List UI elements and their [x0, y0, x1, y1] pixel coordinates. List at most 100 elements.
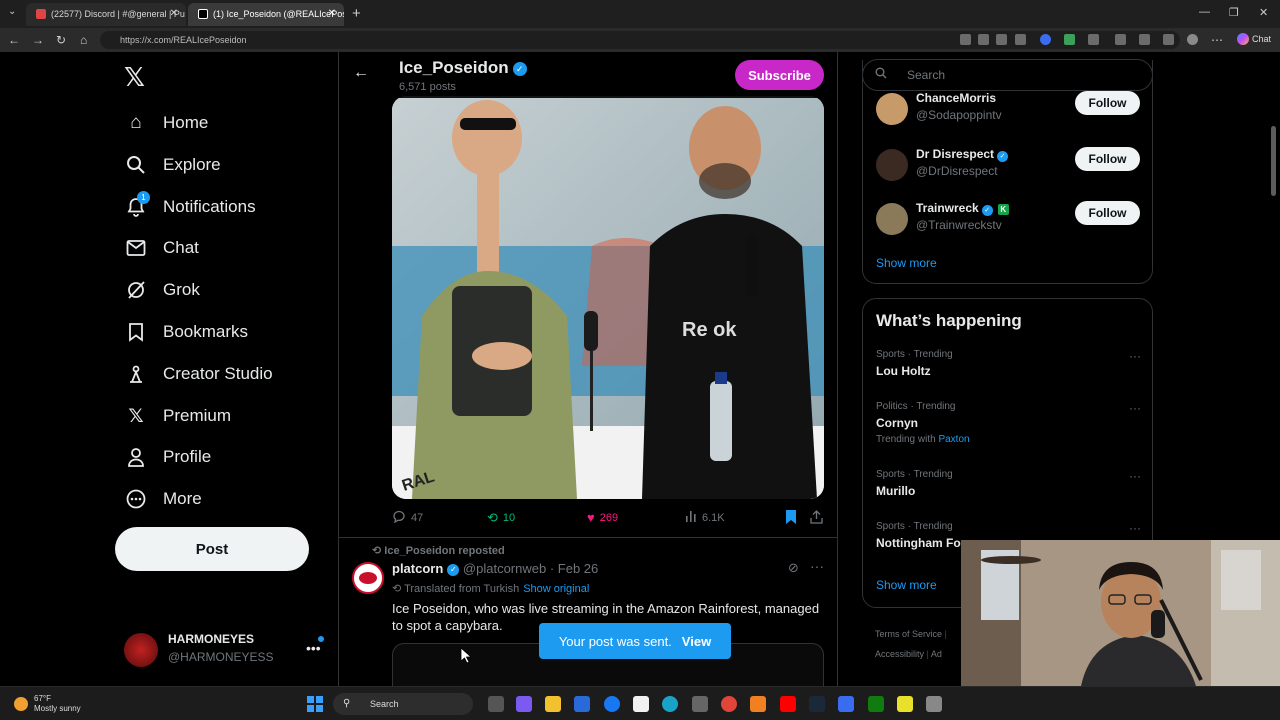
avatar[interactable]	[352, 562, 384, 594]
favorite-icon[interactable]	[1015, 34, 1026, 45]
amazon-icon[interactable]	[633, 696, 649, 712]
forward-icon[interactable]: →	[32, 33, 44, 47]
tweet-date[interactable]: · Feb 26	[550, 561, 598, 576]
sidebar-item-creator-studio[interactable]: Creator Studio	[124, 357, 273, 391]
author-handle[interactable]: @platcornweb	[463, 561, 546, 576]
steam-icon[interactable]	[809, 696, 825, 712]
shield-icon[interactable]	[1163, 34, 1174, 45]
trend-item[interactable]: Sports · Trending Lou Holtz ···	[876, 349, 1141, 378]
xbox-icon[interactable]	[868, 696, 884, 712]
post-count: 6,571 posts	[399, 81, 456, 93]
taskbar-search[interactable]: ⚲ Search	[333, 693, 473, 715]
ad-info-link[interactable]: Ad	[931, 649, 942, 659]
profile-avatar-icon[interactable]	[1187, 34, 1198, 45]
windows-start-icon[interactable]	[307, 696, 323, 712]
task-view-icon[interactable]	[488, 696, 504, 712]
close-tab-icon[interactable]: ✕	[328, 8, 336, 19]
sidebar-item-grok[interactable]: Grok	[124, 273, 200, 307]
follow-button[interactable]: Follow	[1075, 147, 1140, 171]
like-button[interactable]: ♥ 269	[587, 510, 618, 525]
trend-item[interactable]: Politics · Trending Cornyn Trending with…	[876, 401, 1141, 445]
split-screen-icon[interactable]	[1115, 34, 1126, 45]
terms-link[interactable]: Terms of Service	[875, 629, 942, 639]
sidebar-item-profile[interactable]: Profile	[124, 440, 211, 474]
bookmark-button[interactable]	[785, 510, 802, 527]
back-icon[interactable]: ←	[8, 33, 20, 47]
chrome-icon[interactable]	[721, 696, 737, 712]
sidebar-item-more[interactable]: More	[124, 482, 202, 516]
app-icon[interactable]	[838, 696, 854, 712]
tweet-image[interactable]: Re ok RAL	[392, 96, 824, 499]
copilot-chat-button[interactable]: Chat	[1237, 33, 1271, 45]
follow-suggestion[interactable]: ChanceMorris @Sodapoppintv Follow	[876, 91, 1141, 131]
app-icon[interactable]	[897, 696, 913, 712]
new-tab-icon[interactable]: +	[352, 5, 361, 22]
author-name[interactable]: platcorn	[392, 561, 443, 576]
share-button[interactable]	[810, 510, 828, 527]
trending-with-link[interactable]: Paxton	[938, 434, 969, 445]
extension-icon[interactable]	[1040, 34, 1051, 45]
toast-view-link[interactable]: View	[682, 634, 711, 649]
extension-icon[interactable]	[1088, 34, 1099, 45]
app-icon[interactable]	[750, 696, 766, 712]
home-browser-icon[interactable]: ⌂	[80, 33, 87, 47]
edge-icon[interactable]	[662, 696, 678, 712]
view-count: 6.1K	[702, 511, 725, 524]
refresh-icon[interactable]: ↻	[56, 33, 66, 47]
more-dots-icon[interactable]: ···	[810, 558, 824, 574]
post-button[interactable]: Post	[115, 527, 309, 571]
follow-suggestion[interactable]: Dr Disrespect ✓ @DrDisrespect Follow	[876, 147, 1141, 187]
views-button[interactable]: 6.1K	[685, 510, 725, 525]
back-arrow-icon[interactable]: ←	[353, 64, 369, 82]
x-logo-icon[interactable]: 𝕏	[124, 62, 145, 93]
follow-suggestion[interactable]: Trainwreck ✓ K @Trainwreckstv Follow	[876, 201, 1141, 241]
subscribe-button[interactable]: Subscribe	[735, 60, 824, 90]
follow-button[interactable]: Follow	[1075, 91, 1140, 115]
trend-item[interactable]: Sports · Trending Murillo ···	[876, 469, 1141, 498]
more-dots-icon[interactable]: ···	[1129, 349, 1141, 363]
show-original-link[interactable]: Show original	[523, 583, 589, 595]
facebook-icon[interactable]	[604, 696, 620, 712]
calculator-icon[interactable]	[692, 696, 708, 712]
browser-tab-x[interactable]: (1) Ice_Poseidon (@REALIcePoseidon ✕	[188, 3, 344, 26]
maximize-icon[interactable]: ❐	[1229, 6, 1239, 19]
search-input[interactable]: Search	[862, 59, 1153, 91]
sidebar-item-home[interactable]: ⌂ Home	[124, 106, 208, 140]
more-dots-icon[interactable]: ···	[1129, 401, 1141, 415]
accessibility-link[interactable]: Accessibility	[875, 649, 924, 659]
extension-icon[interactable]	[1064, 34, 1075, 45]
browser-tab-discord[interactable]: (22577) Discord | #@general | Pu ✕	[26, 3, 186, 26]
sidebar-item-explore[interactable]: Explore	[124, 148, 221, 182]
weather-widget[interactable]: 67°F Mostly sunny	[14, 694, 81, 714]
app-icon[interactable]	[516, 696, 532, 712]
show-more-link[interactable]: Show more	[876, 578, 937, 592]
tab-actions-icon[interactable]: ⌄	[8, 6, 16, 17]
sidebar-item-premium[interactable]: 𝕏 Premium	[124, 399, 231, 433]
repost-attribution[interactable]: ⟲ Ice_Poseidon reposted	[372, 544, 505, 557]
bookmark-icon	[124, 320, 148, 344]
zoom-icon[interactable]	[978, 34, 989, 45]
repost-button[interactable]: ⟲ 10	[487, 510, 515, 526]
more-dots-icon[interactable]: ···	[1129, 521, 1141, 535]
grok-explain-icon[interactable]: ⊘	[788, 560, 799, 576]
close-window-icon[interactable]: ✕	[1259, 6, 1268, 19]
settings-icon[interactable]	[926, 696, 942, 712]
favorites-icon[interactable]	[1139, 34, 1150, 45]
store-icon[interactable]	[574, 696, 590, 712]
youtube-icon[interactable]	[780, 696, 796, 712]
extension-icon[interactable]	[960, 34, 971, 45]
account-switcher[interactable]: HARMONEYES @HARMONEYESS •••	[124, 630, 334, 670]
file-explorer-icon[interactable]	[545, 696, 561, 712]
minimize-icon[interactable]: —	[1199, 6, 1210, 18]
read-aloud-icon[interactable]	[996, 34, 1007, 45]
follow-button[interactable]: Follow	[1075, 201, 1140, 225]
scrollbar-thumb[interactable]	[1271, 126, 1276, 196]
close-tab-icon[interactable]: ✕	[170, 8, 178, 19]
more-dots-icon[interactable]: ···	[1129, 469, 1141, 483]
reply-button[interactable]: 47	[392, 510, 423, 526]
browser-menu-icon[interactable]: ⋯	[1211, 33, 1223, 47]
show-more-link[interactable]: Show more	[876, 256, 937, 270]
sidebar-item-bookmarks[interactable]: Bookmarks	[124, 315, 248, 349]
sidebar-item-chat[interactable]: Chat	[124, 231, 199, 265]
sidebar-item-notifications[interactable]: 1 Notifications	[124, 190, 256, 224]
